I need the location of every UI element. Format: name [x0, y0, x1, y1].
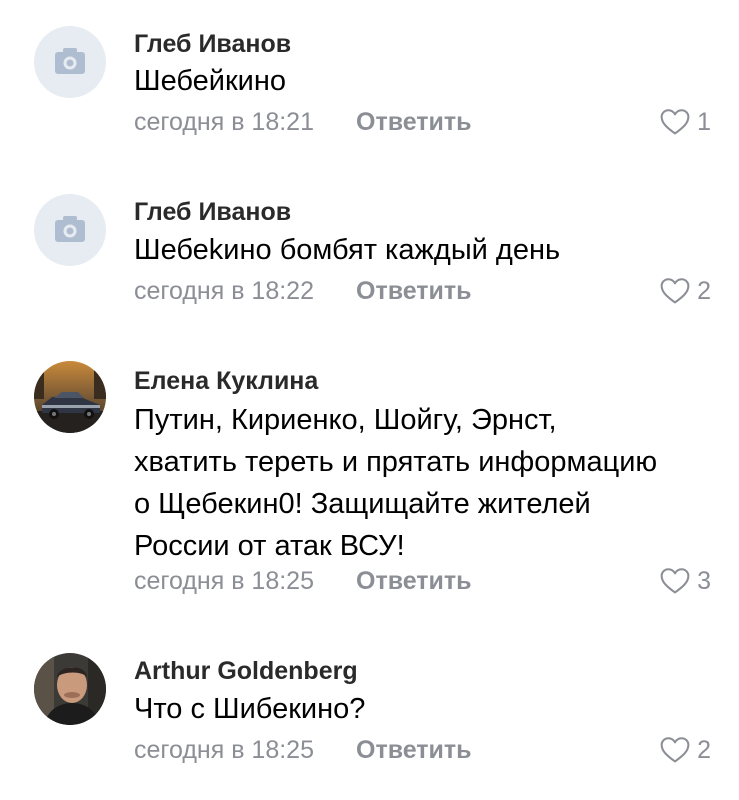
avatar[interactable] — [34, 26, 106, 98]
camera-placeholder-icon — [34, 26, 106, 98]
like-button[interactable]: 3 — [659, 565, 711, 597]
like-button[interactable]: 2 — [659, 734, 711, 766]
comment-text: Шебеkино бомбят каждый день — [134, 234, 561, 266]
comment-author[interactable]: Глеб Иванов — [134, 29, 291, 59]
like-button[interactable]: 2 — [659, 275, 711, 307]
avatar[interactable] — [34, 653, 106, 725]
comment-author[interactable]: Елена Куклина — [134, 366, 318, 396]
comment-text: Шебейкино — [134, 65, 287, 97]
car-photo — [34, 361, 106, 433]
heart-icon — [660, 737, 690, 763]
like-count: 3 — [697, 567, 711, 595]
camera-placeholder-icon — [34, 194, 106, 266]
comment-timestamp: сегодня в 18:21 — [134, 108, 314, 136]
comment-author[interactable]: Глеб Иванов — [134, 197, 291, 227]
reply-button[interactable]: Ответить — [356, 734, 472, 766]
comment-text: Путин, Кириенко, Шойгу, Эрнст, хватить т… — [134, 404, 658, 562]
comment-timestamp: сегодня в 18:22 — [134, 277, 314, 305]
comment-author[interactable]: Arthur Goldenberg — [134, 656, 358, 686]
comment-text: Что с Шибекино? — [134, 693, 366, 725]
comment-timestamp: сегодня в 18:25 — [134, 567, 314, 595]
comment-timestamp: сегодня в 18:25 — [134, 736, 314, 764]
heart-icon — [660, 109, 690, 135]
avatar[interactable] — [34, 194, 106, 266]
like-count: 2 — [697, 736, 711, 764]
like-button[interactable]: 1 — [659, 106, 711, 138]
like-count: 2 — [697, 277, 711, 305]
heart-icon — [660, 278, 690, 304]
heart-icon — [660, 568, 690, 594]
avatar[interactable] — [34, 361, 106, 433]
person-photo — [34, 653, 106, 725]
like-count: 1 — [697, 108, 711, 136]
reply-button[interactable]: Ответить — [356, 275, 472, 307]
reply-button[interactable]: Ответить — [356, 565, 472, 597]
reply-button[interactable]: Ответить — [356, 106, 472, 138]
